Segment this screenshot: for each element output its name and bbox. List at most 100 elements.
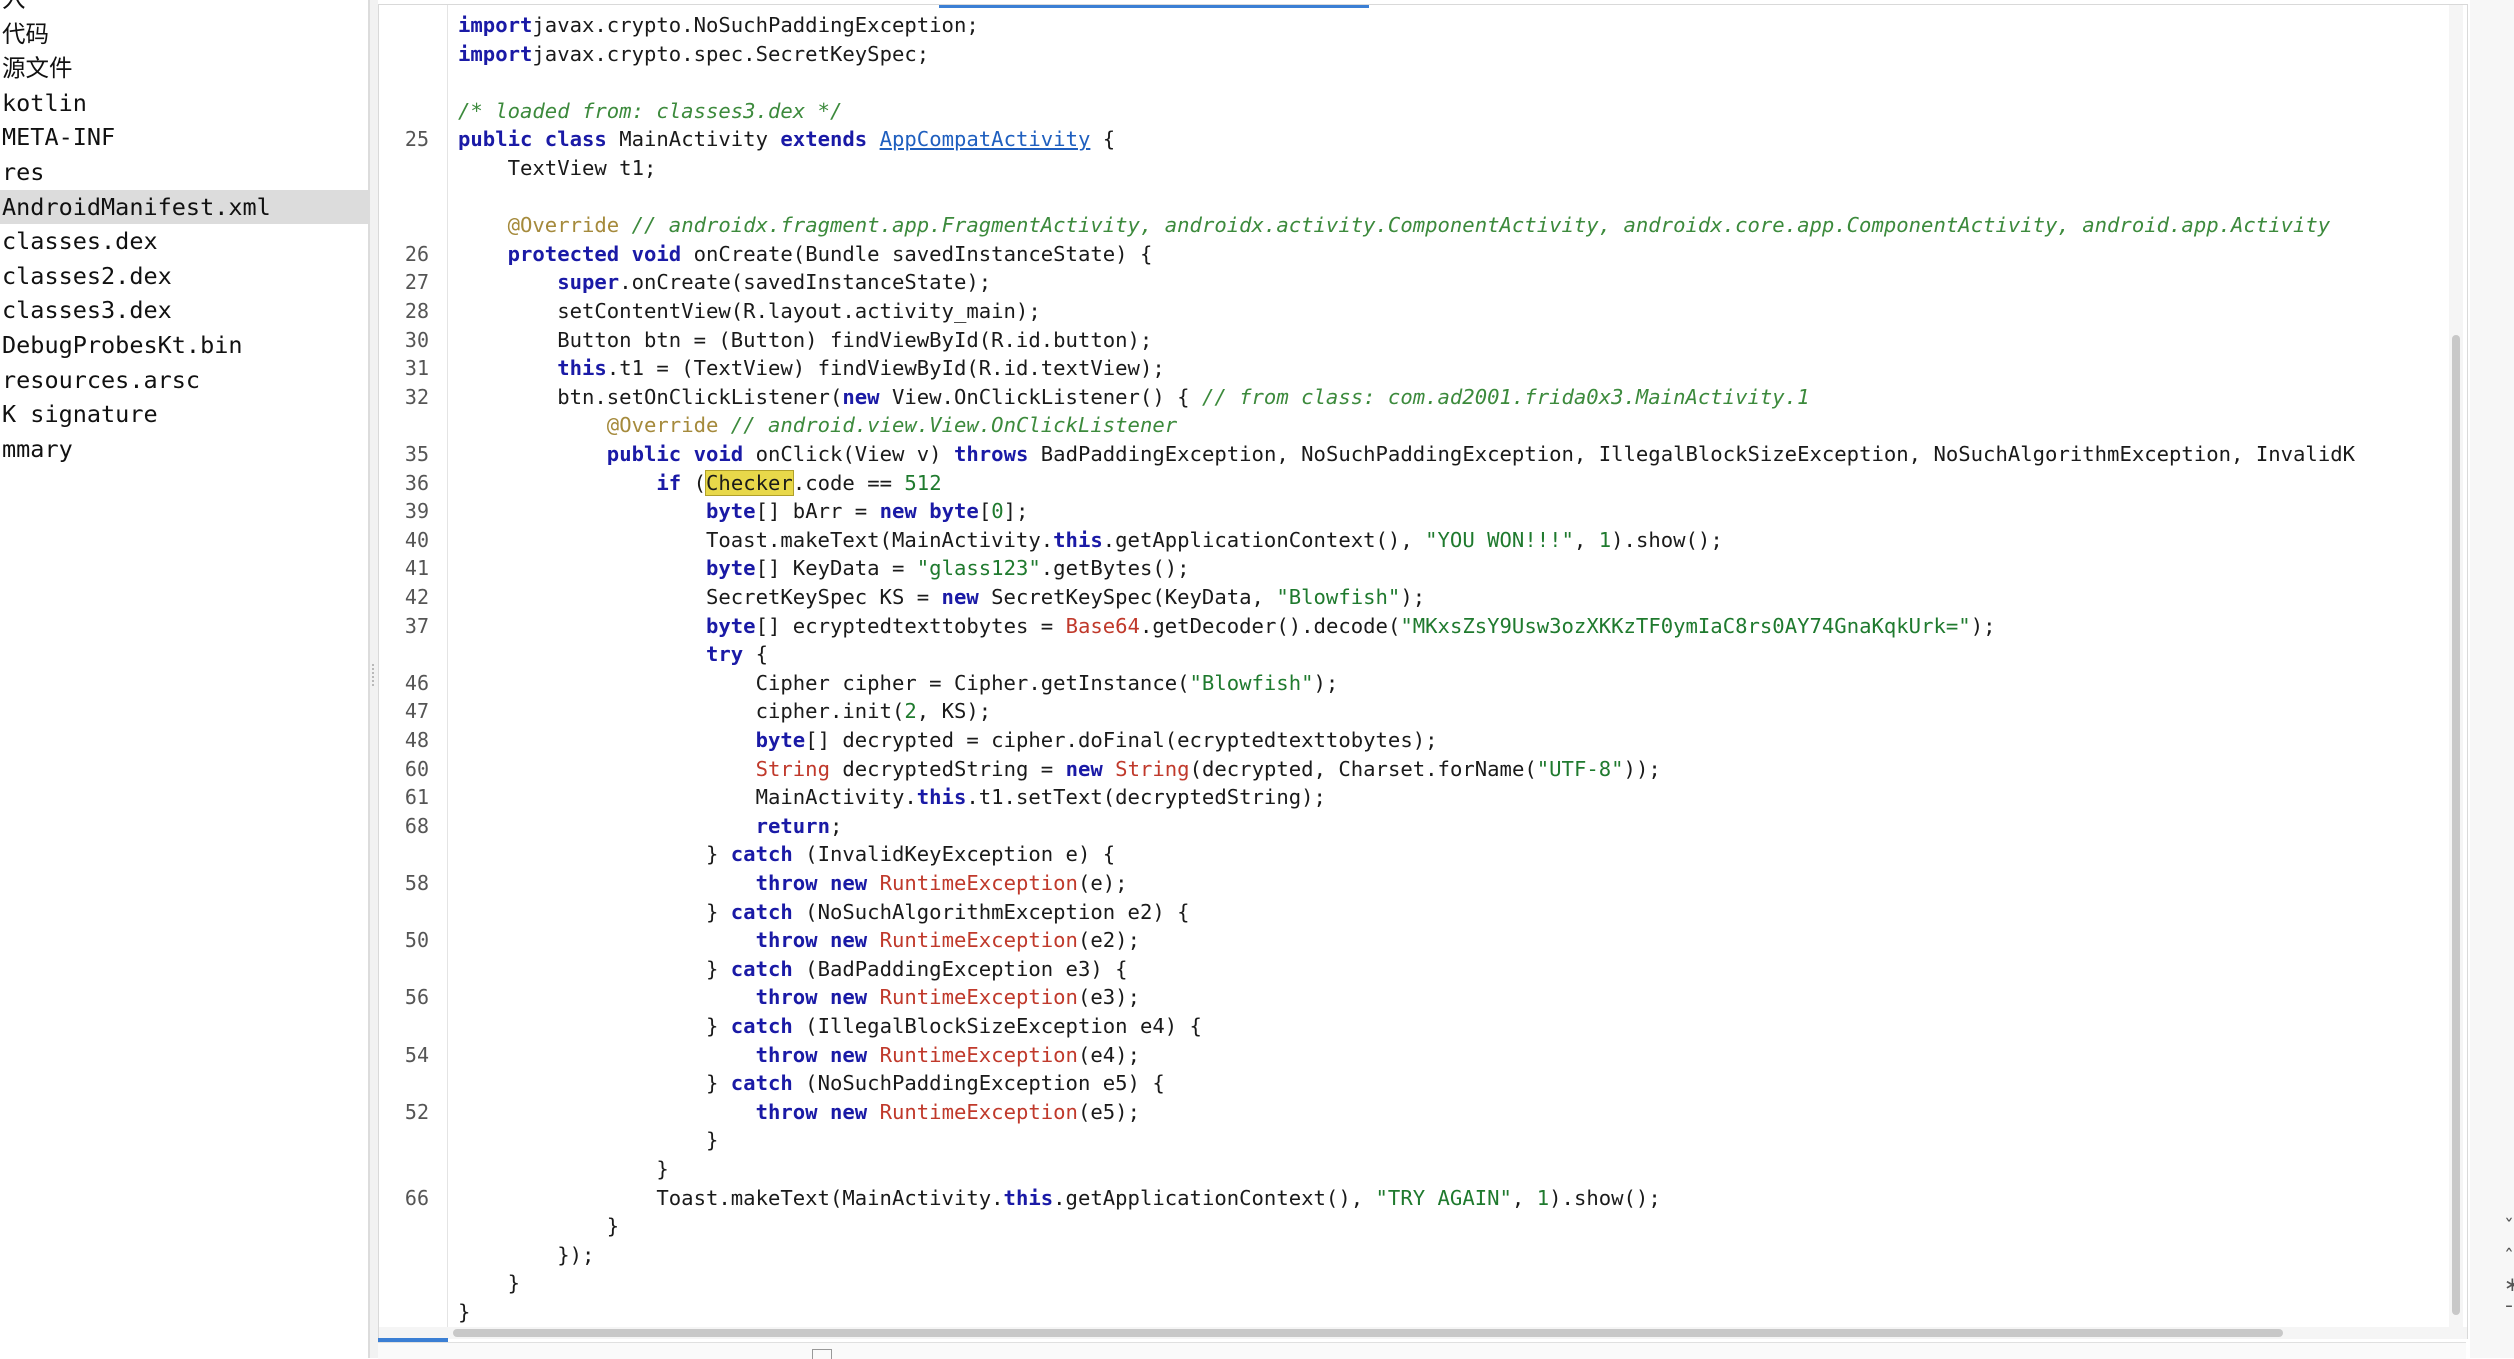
code-editor[interactable]: 25 26 27 28 30 31 32 35 36 39 40 41 42 37 46 47 48 60 61 68… bbox=[378, 4, 2468, 1339]
code-token: [] ecryptedtexttobytes = bbox=[755, 613, 1066, 638]
code-line[interactable]: byte[] decrypted = cipher.doFinal(ecrypt… bbox=[458, 726, 1438, 755]
code-line[interactable]: } catch (NoSuchAlgorithmException e2) { bbox=[458, 898, 1190, 927]
code-line[interactable]: super.onCreate(savedInstanceState); bbox=[458, 268, 991, 297]
code-area[interactable]: importjavax.crypto.NoSuchPaddingExceptio… bbox=[458, 5, 2458, 1327]
code-token: ); bbox=[1400, 585, 1426, 609]
tree-item[interactable]: K signature bbox=[0, 397, 368, 432]
code-line[interactable]: cipher.init(2, KS); bbox=[458, 697, 992, 726]
code-line[interactable]: btn.setOnClickListener(new View.OnClickL… bbox=[458, 383, 1809, 412]
code-line[interactable]: } catch (InvalidKeyException e) { bbox=[458, 840, 1115, 869]
side-toolbar-glyph[interactable]: ∗ bbox=[2504, 1272, 2514, 1296]
highlighted-token: Checker bbox=[705, 469, 794, 496]
code-line[interactable]: Cipher cipher = Cipher.getInstance("Blow… bbox=[458, 669, 1339, 698]
code-token: ); bbox=[1970, 613, 1996, 638]
code-line[interactable]: } bbox=[458, 1212, 619, 1241]
code-line[interactable]: try { bbox=[458, 640, 768, 669]
code-token: } bbox=[458, 1271, 520, 1296]
code-line[interactable]: throw new RuntimeException(e4); bbox=[458, 1041, 1140, 1070]
code-line[interactable]: /* loaded from: classes3.dex */ bbox=[458, 97, 842, 126]
vertical-scrollbar-thumb[interactable] bbox=[2452, 335, 2460, 1315]
code-token: try bbox=[705, 642, 744, 667]
code-token: Toast.makeText(MainActivity. bbox=[458, 1185, 1004, 1210]
code-token: "Blowfish" bbox=[1276, 585, 1401, 609]
code-token: catch bbox=[730, 842, 793, 867]
code-line[interactable]: importjavax.crypto.spec.SecretKeySpec; bbox=[458, 40, 929, 69]
tree-item[interactable]: classes3.dex bbox=[0, 293, 368, 328]
code-line[interactable]: throw new RuntimeException(e); bbox=[458, 869, 1128, 898]
horizontal-scrollbar-thumb[interactable] bbox=[453, 1329, 2283, 1337]
code-line[interactable]: @Override // androidx.fragment.app.Fragm… bbox=[458, 211, 2331, 240]
code-line[interactable]: public void onClick(View v) throws BadPa… bbox=[458, 440, 2355, 469]
code-token: } bbox=[458, 956, 731, 981]
code-line[interactable]: } bbox=[458, 1155, 668, 1184]
tree-item[interactable]: DebugProbesKt.bin bbox=[0, 328, 368, 363]
tree-item[interactable]: resources.arsc bbox=[0, 363, 368, 398]
code-token: [] KeyData = bbox=[755, 556, 917, 581]
code-token: , KS); bbox=[916, 699, 992, 724]
side-toolbar-glyph[interactable]: ˇ bbox=[2504, 1215, 2514, 1239]
tree-item[interactable]: mmary bbox=[0, 432, 368, 467]
tree-item[interactable]: 代码 bbox=[0, 17, 368, 52]
code-token: protected void bbox=[507, 241, 682, 266]
code-line[interactable]: MainActivity.this.t1.setText(decryptedSt… bbox=[458, 783, 1326, 812]
code-line[interactable]: protected void onCreate(Bundle savedInst… bbox=[458, 240, 1153, 269]
code-line[interactable]: return; bbox=[458, 812, 843, 841]
code-line[interactable]: SecretKeySpec KS = new SecretKeySpec(Key… bbox=[458, 583, 1425, 612]
tree-item[interactable]: AndroidManifest.xml bbox=[0, 189, 368, 225]
code-line[interactable]: Toast.makeText(MainActivity.this.getAppl… bbox=[458, 1184, 1661, 1213]
panel-splitter[interactable] bbox=[370, 0, 378, 1358]
code-token: onCreate(Bundle savedInstanceState) { bbox=[681, 241, 1153, 266]
code-line[interactable]: } catch (NoSuchPaddingException e5) { bbox=[458, 1069, 1165, 1098]
line-number: 68 bbox=[404, 813, 429, 838]
code-line[interactable]: importjavax.crypto.NoSuchPaddingExceptio… bbox=[458, 11, 979, 40]
code-line[interactable]: }); bbox=[458, 1241, 594, 1270]
code-line[interactable]: } catch (IllegalBlockSizeException e4) { bbox=[458, 1012, 1202, 1041]
line-number: 56 bbox=[404, 985, 429, 1010]
code-line[interactable]: setContentView(R.layout.activity_main); bbox=[458, 297, 1041, 326]
code-line[interactable]: throw new RuntimeException(e3); bbox=[458, 983, 1140, 1012]
code-token: "TRY AGAIN" bbox=[1375, 1185, 1512, 1210]
code-line[interactable]: } bbox=[458, 1298, 470, 1327]
code-token: Toast.makeText(MainActivity. bbox=[458, 527, 1054, 552]
code-token: BadPaddingException, NoSuchPaddingExcept… bbox=[1028, 442, 2356, 466]
code-line[interactable]: public class MainActivity extends AppCom… bbox=[458, 125, 1115, 154]
code-token: (InvalidKeyException e) { bbox=[792, 842, 1116, 867]
code-line[interactable]: byte[] ecryptedtexttobytes = Base64.getD… bbox=[458, 612, 1996, 641]
code-line[interactable]: TextView t1; bbox=[458, 154, 657, 183]
tree-item[interactable]: kotlin bbox=[0, 86, 368, 121]
code-line[interactable]: Button btn = (Button) findViewById(R.id.… bbox=[458, 326, 1152, 355]
line-number: 31 bbox=[404, 356, 429, 381]
code-line[interactable]: throw new RuntimeException(e5); bbox=[458, 1098, 1140, 1127]
side-toolbar-glyph[interactable]: ˉ bbox=[2504, 1302, 2514, 1326]
code-line[interactable]: } bbox=[458, 1126, 718, 1155]
code-token: decryptedString = bbox=[829, 756, 1066, 781]
code-line[interactable]: } catch (BadPaddingException e3) { bbox=[458, 955, 1128, 984]
code-token: String bbox=[1115, 756, 1190, 781]
tree-item[interactable]: 源文件 bbox=[0, 51, 368, 86]
code-line[interactable]: @Override // android.view.View.OnClickLi… bbox=[458, 411, 1177, 440]
code-token: setContentView(R.layout.activity_main); bbox=[458, 299, 1041, 323]
code-line[interactable]: } bbox=[458, 1269, 520, 1298]
code-line[interactable]: String decryptedString = new String(decr… bbox=[458, 755, 1661, 784]
code-line[interactable]: byte[] KeyData = "glass123".getBytes(); bbox=[458, 554, 1190, 583]
code-line[interactable]: throw new RuntimeException(e2); bbox=[458, 926, 1140, 955]
tree-item[interactable]: 入 bbox=[0, 0, 368, 17]
tree-item[interactable]: classes2.dex bbox=[0, 259, 368, 294]
code-line[interactable]: if (Checker.code == 512 bbox=[458, 469, 942, 498]
tree-item[interactable]: classes.dex bbox=[0, 224, 368, 259]
line-number: 39 bbox=[404, 499, 429, 524]
code-line[interactable]: Toast.makeText(MainActivity.this.getAppl… bbox=[458, 526, 1723, 555]
code-line[interactable]: this.t1 = (TextView) findViewById(R.id.t… bbox=[458, 354, 1165, 383]
line-number: 36 bbox=[404, 470, 429, 495]
code-token: (e2); bbox=[1077, 928, 1140, 953]
code-token: throw new bbox=[755, 871, 868, 895]
code-token: ).show(); bbox=[1549, 1185, 1661, 1210]
code-line[interactable]: byte[] bArr = new byte[0]; bbox=[458, 497, 1028, 526]
tree-item[interactable]: META-INF bbox=[0, 120, 368, 155]
side-toolbar-glyph[interactable]: ˆ bbox=[2504, 1245, 2514, 1269]
tree-item[interactable]: res bbox=[0, 155, 368, 190]
